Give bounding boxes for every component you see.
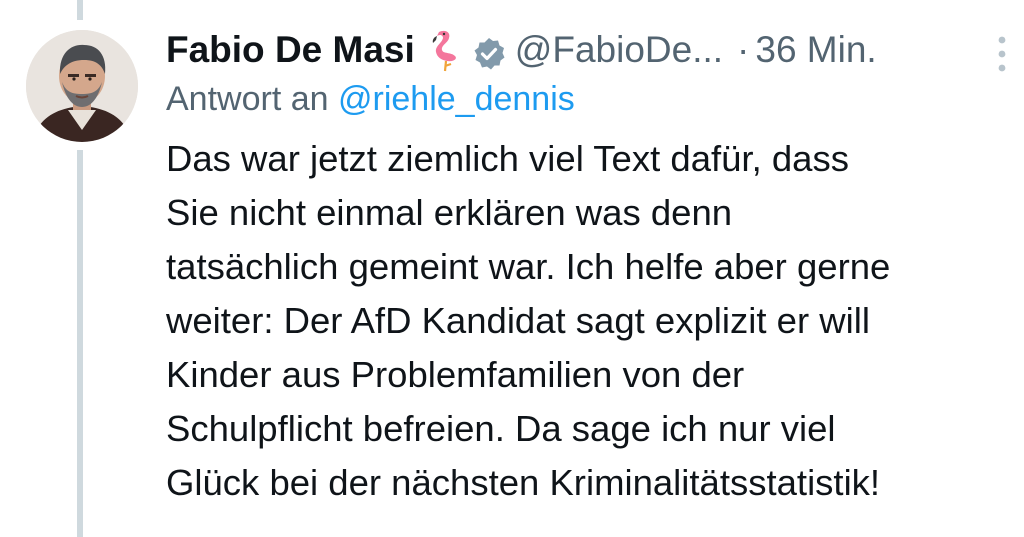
tweet-text-line: Das war jetzt ziemlich viel Text dafür, … bbox=[166, 138, 849, 179]
tweet-header: Fabio De Masi @FabioDe... · 36 Min. bbox=[166, 22, 1016, 78]
timestamp[interactable]: 36 Min. bbox=[755, 22, 876, 78]
avatar[interactable] bbox=[26, 30, 138, 142]
tweet[interactable]: Fabio De Masi @FabioDe... · 36 Min. Antw… bbox=[166, 22, 1016, 510]
reply-mention-link[interactable]: @riehle_dennis bbox=[338, 80, 575, 118]
user-handle[interactable]: @FabioDe... bbox=[515, 22, 723, 78]
tweet-text: Das war jetzt ziemlich viel Text dafür, … bbox=[166, 132, 1016, 510]
tweet-text-line: Kinder aus Problemfamilien von der bbox=[166, 354, 745, 395]
profile-photo-icon bbox=[26, 30, 138, 142]
flamingo-icon bbox=[425, 28, 465, 72]
thread-connector-top bbox=[77, 0, 83, 20]
more-options-icon[interactable] bbox=[994, 32, 1010, 76]
tweet-text-line: Sie nicht einmal erklären was denn bbox=[166, 192, 733, 233]
reply-context: Antwort an @riehle_dennis bbox=[166, 76, 1016, 122]
thread-connector-bottom bbox=[77, 150, 83, 537]
tweet-text-line: Glück bei der nächsten Kriminalitätsstat… bbox=[166, 462, 881, 503]
tweet-text-line: weiter: Der AfD Kandidat sagt explizit e… bbox=[166, 300, 870, 341]
verified-badge-icon[interactable] bbox=[471, 32, 507, 70]
reply-prefix: Antwort an bbox=[166, 80, 329, 118]
display-name[interactable]: Fabio De Masi bbox=[166, 22, 415, 78]
tweet-text-line: tatsächlich gemeint war. Ich helfe aber … bbox=[166, 246, 891, 287]
tweet-text-line: Schulpflicht befreien. Da sage ich nur v… bbox=[166, 408, 836, 449]
header-separator: · bbox=[737, 29, 750, 70]
